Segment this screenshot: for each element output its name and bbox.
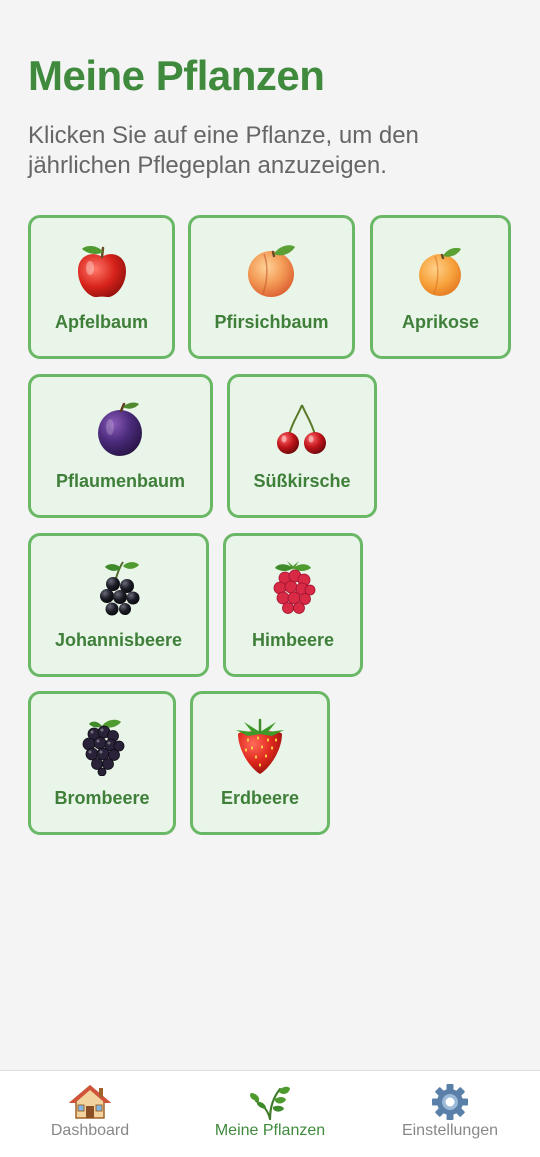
peach-icon xyxy=(247,245,295,297)
plant-tile-himbeere[interactable]: Himbeere xyxy=(223,533,363,677)
apple-icon xyxy=(77,246,126,298)
plant-label: Brombeere xyxy=(54,788,150,808)
plant-tile-aprikose[interactable]: Aprikose xyxy=(370,215,511,359)
plant-tile-erdbeere[interactable]: Erdbeere xyxy=(190,691,330,835)
plant-tile-johannisbeere[interactable]: Johannisbeere xyxy=(28,533,209,677)
plant-label: Erdbeere xyxy=(220,788,300,808)
plant-label: Süßkirsche xyxy=(253,471,351,491)
nav-item-einstellungen[interactable]: Einstellungen xyxy=(360,1071,540,1157)
nav-label: Meine Pflanzen xyxy=(214,1122,326,1139)
apricot-icon xyxy=(418,247,461,296)
plant-label: Himbeere xyxy=(251,630,335,650)
raspberry-icon xyxy=(273,561,316,614)
plant-label: Pfirsichbaum xyxy=(214,312,329,332)
plant-tile-apfelbaum[interactable]: Apfelbaum xyxy=(28,215,175,359)
plum-icon xyxy=(97,402,142,456)
blackberry-icon xyxy=(82,719,125,776)
plant-label: Johannisbeere xyxy=(54,630,183,650)
bottom-nav: Dashboard Meine Pflanzen Einstellungen xyxy=(0,1070,540,1157)
plant-label: Apfelbaum xyxy=(54,312,148,332)
plant-label: Pflaumenbaum xyxy=(55,471,186,491)
plant-tile-brombeere[interactable]: Brombeere xyxy=(28,691,176,835)
nav-label: Dashboard xyxy=(50,1122,130,1139)
plant-label: Aprikose xyxy=(401,312,480,332)
page-title: Meine Pflanzen xyxy=(28,52,325,99)
nav-item-dashboard[interactable]: Dashboard xyxy=(0,1071,180,1157)
nav-item-meine-pflanzen[interactable]: Meine Pflanzen xyxy=(180,1071,360,1157)
house-icon xyxy=(68,1085,112,1119)
gear-icon xyxy=(432,1084,468,1120)
blackcurrant-icon xyxy=(99,561,139,616)
plant-icon xyxy=(250,1086,290,1121)
page-subtitle: Klicken Sie auf eine Pflanze, um den jäh… xyxy=(28,122,419,179)
nav-label: Einstellungen xyxy=(401,1122,499,1139)
cherry-icon xyxy=(277,404,326,454)
plant-tile-pflaumenbaum[interactable]: Pflaumenbaum xyxy=(28,374,213,518)
plant-tile-pfirsichbaum[interactable]: Pfirsichbaum xyxy=(188,215,355,359)
strawberry-icon xyxy=(236,718,284,774)
plant-tile-suesskirsche[interactable]: Süßkirsche xyxy=(227,374,377,518)
